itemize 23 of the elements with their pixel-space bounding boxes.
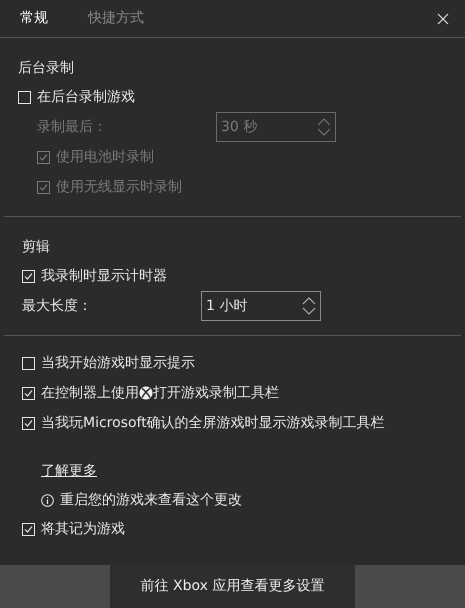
checkbox-label: 使用无线显示时录制 <box>56 178 182 196</box>
checkbox-label: 当我开始游戏时显示提示 <box>41 354 195 372</box>
checkbox-label: 当我玩Microsoft确认的全屏游戏时显示游戏录制工具栏 <box>41 414 385 432</box>
up-down-arrows-icon[interactable] <box>302 295 316 317</box>
checkbox-label: 使用电池时录制 <box>56 148 154 166</box>
spinner-field[interactable]: 1 小时 <box>201 291 321 321</box>
field-label: 录制最后： <box>37 118 108 136</box>
close-icon[interactable] <box>437 12 449 24</box>
info-text: 重启您的游戏来查看这个更改 <box>60 490 242 510</box>
checkbox-label: 打开游戏录制工具栏 <box>153 384 279 402</box>
checkbox-label: 我录制时显示计时器 <box>41 266 167 286</box>
checkbox-label: 在控制器上使用 <box>41 384 139 402</box>
tab[interactable]: 常规 <box>20 8 48 29</box>
checkbox-label: 将其记为游戏 <box>41 520 125 538</box>
section-heading: 剪辑 <box>22 238 51 256</box>
checkbox-label: 在后台录制游戏 <box>37 88 135 106</box>
tab[interactable]: 快捷方式 <box>88 8 144 29</box>
info-icon <box>41 494 54 506</box>
learn-more-link[interactable]: 了解更多 <box>41 460 97 482</box>
section-heading: 后台录制 <box>18 58 75 78</box>
xbox-app-settings-button[interactable]: 前往 Xbox 应用查看更多设置 <box>110 565 355 608</box>
field-label: 最大长度： <box>22 296 93 316</box>
xbox-logo-icon <box>139 386 153 400</box>
